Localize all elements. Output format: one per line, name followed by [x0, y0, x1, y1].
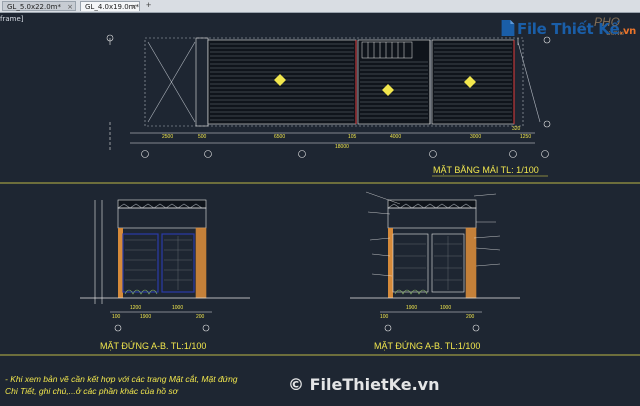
dim-text: 4000 — [390, 134, 401, 140]
dim-text: 1000 — [172, 305, 183, 311]
elevation-left — [80, 199, 250, 332]
dim-text: 500 — [198, 134, 207, 140]
dim-text: 200 — [196, 314, 205, 320]
cad-drawing: 2500 500 6500 105 4000 3000 320 1250 180… — [0, 34, 640, 356]
elevation-left-dims: 1200 1900 1000 200 100 — [112, 305, 205, 320]
dim-text: 1250 — [520, 134, 531, 140]
elevation-left-title: MẶT ĐỨNG A-B. TL:1/100 — [100, 341, 207, 351]
dim-text: 1900 — [406, 305, 417, 311]
watermark: © FileThietKe.vn — [288, 375, 440, 394]
elevation-right — [350, 191, 520, 332]
elevation-right-dims: 100 1900 1000 200 — [380, 305, 475, 320]
logo-main: File Thiết Kế — [517, 20, 620, 38]
dim-text: 105 — [348, 134, 357, 140]
dim-text: 1000 — [440, 305, 451, 311]
elevation-right-title: MẶT ĐỨNG A-B. TL:1/100 — [374, 341, 481, 351]
roof-plan — [106, 34, 551, 158]
roof-plan-title: MẶT BẰNG MÁI TL: 1/100 — [433, 165, 539, 175]
file-icon — [501, 20, 515, 36]
dim-text: 3000 — [470, 134, 481, 140]
dim-text: 1200 — [130, 305, 141, 311]
dim-text: 320 — [512, 126, 521, 132]
dim-text: 100 — [112, 314, 121, 320]
dim-text: 200 — [466, 314, 475, 320]
dim-text: 18000 — [335, 144, 349, 150]
roof-plan-dims: 2500 500 6500 105 4000 3000 320 1250 180… — [162, 126, 531, 150]
dim-text: 100 — [380, 314, 389, 320]
site-logo: File Thiết Kế.vn — [517, 20, 636, 38]
dim-text: 2500 — [162, 134, 173, 140]
logo-suffix: .vn — [619, 26, 636, 37]
dim-text: 6500 — [274, 134, 285, 140]
note-line-1: - Khi xem bản vẽ cần kết hợp với các tra… — [5, 374, 238, 384]
dim-text: 1900 — [140, 314, 151, 320]
note-line-2: Chi Tiết, ghi chú,...ở các phần khác của… — [5, 386, 178, 396]
